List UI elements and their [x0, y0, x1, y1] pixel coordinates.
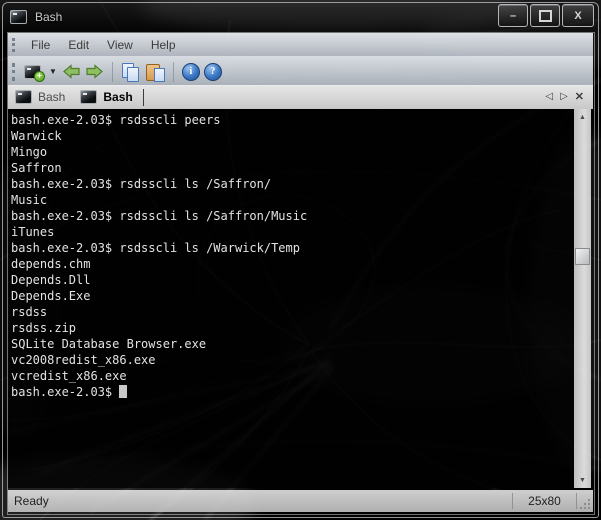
- toolbar-grip[interactable]: [12, 63, 15, 81]
- new-console-dropdown-arrow-icon[interactable]: ▼: [49, 67, 57, 76]
- forward-arrow-icon: [85, 64, 104, 79]
- console-window: Bash – X File Edit View Help + ▼: [0, 0, 601, 520]
- tab-next-icon[interactable]: ▷: [560, 92, 568, 102]
- terminal-line: bash.exe-2.03$ rsdsscli peers: [11, 112, 574, 128]
- terminal-line: bash.exe-2.03$ rsdsscli ls /Saffron/Musi…: [11, 208, 574, 224]
- resize-grip[interactable]: [577, 490, 593, 512]
- tab-prev-icon[interactable]: ◁: [545, 92, 553, 102]
- menu-edit[interactable]: Edit: [59, 36, 98, 54]
- status-text: Ready: [8, 494, 512, 508]
- tab-bar: Bash Bash ◁ ▷ ✕: [8, 85, 593, 109]
- forward-button[interactable]: [85, 64, 104, 79]
- new-console-button[interactable]: +: [24, 65, 41, 79]
- close-button[interactable]: X: [562, 4, 594, 27]
- menu-help[interactable]: Help: [142, 36, 185, 54]
- terminal-line: Depends.Exe: [11, 288, 574, 304]
- terminal-line: iTunes: [11, 224, 574, 240]
- tab-scroll-controls: ◁ ▷ ✕: [545, 92, 593, 103]
- back-arrow-icon: [62, 64, 81, 79]
- terminal-cursor: [119, 385, 127, 398]
- terminal-line: Warwick: [11, 128, 574, 144]
- terminal-line: vc2008redist_x86.exe: [11, 352, 574, 368]
- terminal-line: bash.exe-2.03$ rsdsscli ls /Saffron/: [11, 176, 574, 192]
- terminal-line: depends.chm: [11, 256, 574, 272]
- help-icon: ?: [204, 63, 222, 81]
- menu-file[interactable]: File: [22, 36, 59, 54]
- terminal-output[interactable]: bash.exe-2.03$ rsdsscli peers Warwick Mi…: [8, 109, 574, 488]
- plus-badge-icon: +: [34, 71, 45, 82]
- maximize-button[interactable]: [530, 4, 560, 27]
- copy-icon: [121, 63, 141, 81]
- terminal-line: Mingo: [11, 144, 574, 160]
- menubar-grip[interactable]: [12, 38, 15, 52]
- toolbar-separator: [112, 62, 113, 82]
- terminal-size-indicator: 25x80: [513, 494, 576, 508]
- scrollbar-thumb[interactable]: [575, 248, 590, 265]
- resize-grip-icon: [588, 499, 590, 501]
- terminal-prompt: bash.exe-2.03$: [11, 385, 119, 399]
- terminal-line: SQLite Database Browser.exe: [11, 336, 574, 352]
- terminal-line: Saffron: [11, 160, 574, 176]
- terminal-line: rsdss: [11, 304, 574, 320]
- menu-view[interactable]: View: [98, 36, 142, 54]
- info-button[interactable]: i: [182, 63, 200, 81]
- scroll-down-icon[interactable]: ▼: [574, 473, 591, 487]
- scroll-up-icon[interactable]: ▲: [574, 110, 591, 124]
- tab-console-icon: [15, 90, 32, 104]
- status-bar: Ready 25x80: [8, 490, 593, 512]
- paste-icon: [145, 63, 165, 81]
- tab-close-icon[interactable]: ✕: [575, 92, 584, 103]
- toolbar: + ▼ i ?: [8, 56, 593, 86]
- help-button[interactable]: ?: [204, 63, 222, 81]
- tab-label: Bash: [38, 90, 65, 104]
- terminal-line: Music: [11, 192, 574, 208]
- paste-button[interactable]: [145, 63, 165, 81]
- terminal-line: rsdss.zip: [11, 320, 574, 336]
- tab-bash-2-active[interactable]: Bash: [73, 85, 140, 109]
- terminal-line: bash.exe-2.03$ rsdsscli ls /Warwick/Temp: [11, 240, 574, 256]
- menu-bar: File Edit View Help: [8, 33, 593, 56]
- copy-button[interactable]: [121, 63, 141, 81]
- toolbar-separator: [173, 62, 174, 82]
- back-button[interactable]: [62, 64, 81, 79]
- terminal-line: Depends.Dll: [11, 272, 574, 288]
- terminal-scrollbar[interactable]: ▲ ▼: [574, 109, 591, 488]
- maximize-icon: [539, 10, 552, 22]
- tab-bash-1[interactable]: Bash: [8, 85, 73, 109]
- info-icon: i: [182, 63, 200, 81]
- terminal-prompt-line: bash.exe-2.03$: [11, 384, 574, 400]
- window-controls: – X: [498, 4, 594, 27]
- terminal-line: vcredist_x86.exe: [11, 368, 574, 384]
- tab-separator: [143, 89, 144, 106]
- app-console-icon: [10, 10, 27, 24]
- tab-label: Bash: [103, 90, 132, 104]
- minimize-button[interactable]: –: [498, 4, 528, 27]
- tab-console-icon: [80, 90, 97, 104]
- window-title: Bash: [35, 10, 62, 24]
